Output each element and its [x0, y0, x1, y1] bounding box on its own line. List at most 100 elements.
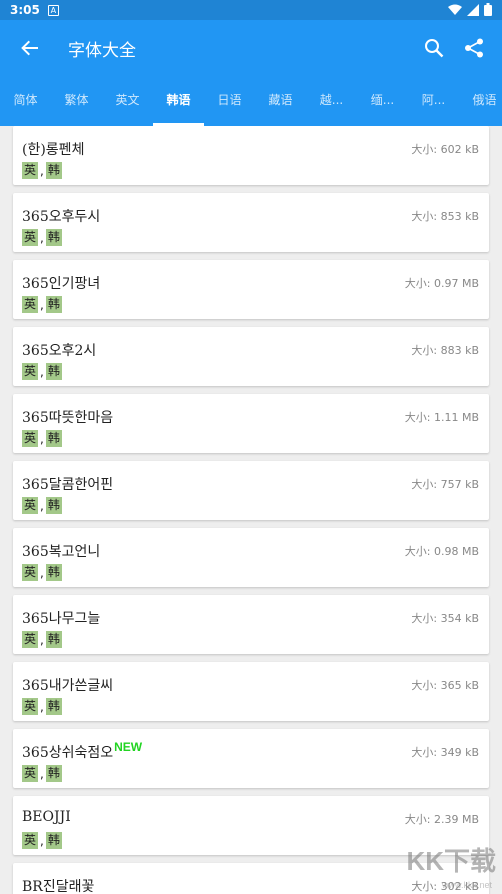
tab-item[interactable]: 阿...	[408, 76, 459, 126]
status-time: 3:05	[10, 3, 40, 17]
wifi-icon	[448, 4, 462, 15]
share-button[interactable]	[454, 20, 494, 76]
font-name-text: 365상쉬숙점오	[22, 745, 114, 761]
tab-item[interactable]: 日语	[204, 76, 255, 126]
font-name: 365복고언니	[22, 541, 100, 561]
watermark-url: www.kkx.net	[441, 880, 492, 890]
language-tag: 韩	[45, 363, 62, 380]
font-size-label: 大小: 365 kB	[411, 679, 479, 692]
font-card[interactable]: 365따뜻한마음 大小: 1.11 MB 英, 韩	[13, 394, 489, 453]
tag-separator: ,	[40, 297, 44, 312]
language-tag: 英	[22, 832, 39, 849]
battery-icon	[484, 3, 492, 16]
language-tags: 英,韩	[22, 296, 62, 313]
font-size-label: 大小: 0.97 MB	[404, 277, 479, 290]
language-tag: 韩	[45, 229, 62, 246]
font-name-text: 365오후두시	[22, 209, 101, 225]
font-size-label: 大小: 853 kB	[411, 210, 479, 223]
language-tag: 英	[22, 698, 39, 715]
font-name: BEOJJI	[22, 809, 71, 825]
font-card[interactable]: 365나무그늘 大小: 354 kB 英, 韩	[13, 595, 489, 654]
tag-separator: ,	[40, 632, 44, 647]
tab-item[interactable]: 越...	[306, 76, 357, 126]
tab-item[interactable]: 简体	[0, 76, 51, 126]
language-tag: 英	[22, 765, 39, 782]
font-size-label: 大小: 1.11 MB	[404, 411, 479, 424]
language-tags: 英,韩	[22, 564, 62, 581]
tab-item[interactable]: 藏语	[255, 76, 306, 126]
font-name: 365오후2시	[22, 340, 96, 360]
language-tag: 韩	[45, 765, 62, 782]
language-tags: 英,韩	[22, 363, 62, 380]
font-name: 365인기팡녀	[22, 273, 100, 293]
font-name: (한)롱펜체	[22, 139, 84, 159]
tag-separator: ,	[40, 431, 44, 446]
font-size-label: 大小: 354 kB	[411, 612, 479, 625]
back-button[interactable]	[2, 20, 58, 76]
language-tag: 韩	[45, 497, 62, 514]
signal-icon	[467, 3, 479, 16]
tab-item[interactable]: 英文	[102, 76, 153, 126]
font-size-label: 大小: 883 kB	[411, 344, 479, 357]
tag-separator: ,	[40, 364, 44, 379]
font-card[interactable]: 365오후2시 大小: 883 kB 英, 韩	[13, 327, 489, 386]
language-tag: 英	[22, 229, 39, 246]
tag-separator: ,	[40, 699, 44, 714]
font-name-text: 365따뜻한마음	[22, 410, 114, 426]
language-tags: 英,韩	[22, 229, 62, 246]
font-card[interactable]: 365내가쓴글씨 大小: 365 kB 英, 韩	[13, 662, 489, 721]
language-tag: 韩	[45, 296, 62, 313]
search-button[interactable]	[414, 20, 454, 76]
font-name-text: (한)롱펜체	[22, 142, 85, 158]
font-card[interactable]: 365복고언니 大小: 0.98 MB 英, 韩	[13, 528, 489, 587]
notification-icon: A	[47, 4, 59, 16]
font-card[interactable]: 365상쉬숙점오NEW 大小: 349 kB 英, 韩	[13, 729, 489, 788]
tab-bar: 简体 繁体 英文 韩语 日语 藏语 越... 缅... 阿... 俄语	[0, 76, 502, 126]
language-tag: 英	[22, 430, 39, 447]
language-tag: 韩	[45, 430, 62, 447]
font-name-text: 365인기팡녀	[22, 276, 101, 292]
font-name: 365오후두시	[22, 206, 100, 226]
font-name-text: BR진달래꽃	[22, 879, 95, 894]
page-title: 字体大全	[68, 40, 136, 61]
language-tags: 英,韩	[22, 430, 62, 447]
font-name-text: 365오후2시	[22, 343, 97, 359]
font-name: 365나무그늘	[22, 608, 100, 628]
tag-separator: ,	[40, 230, 44, 245]
language-tag: 英	[22, 296, 39, 313]
new-badge: NEW	[114, 740, 143, 754]
font-name-text: 365복고언니	[22, 544, 101, 560]
font-name-text: 365달콤한어핀	[22, 477, 114, 493]
font-card[interactable]: 365달콤한어핀 大小: 757 kB 英, 韩	[13, 461, 489, 520]
font-name-text: BEOJJI	[22, 809, 71, 825]
language-tag: 英	[22, 162, 39, 179]
tab-item[interactable]: 缅...	[357, 76, 408, 126]
language-tag: 韩	[45, 564, 62, 581]
tag-separator: ,	[40, 565, 44, 580]
font-card[interactable]: (한)롱펜체 大小: 602 kB 英, 韩	[13, 126, 489, 185]
app-actions	[414, 20, 494, 76]
language-tags: 英,韩	[22, 832, 62, 849]
language-tag: 英	[22, 631, 39, 648]
app-bar: 字体大全	[0, 20, 502, 76]
tab-item[interactable]: 韩语	[153, 76, 204, 126]
font-size-label: 大小: 602 kB	[411, 143, 479, 156]
arrow-back-icon	[21, 40, 38, 56]
font-card[interactable]: 365오후두시 大小: 853 kB 英, 韩	[13, 193, 489, 252]
language-tag: 英	[22, 564, 39, 581]
font-size-label: 大小: 757 kB	[411, 478, 479, 491]
language-tag: 英	[22, 363, 39, 380]
status-icons	[448, 3, 492, 16]
font-size-label: 大小: 2.39 MB	[404, 813, 479, 826]
status-bar: 3:05 A	[0, 0, 502, 20]
language-tag: 韩	[45, 832, 62, 849]
tab-item[interactable]: 俄语	[459, 76, 502, 126]
share-icon	[465, 38, 483, 58]
language-tags: 英,韩	[22, 765, 62, 782]
tag-separator: ,	[40, 498, 44, 513]
font-list[interactable]: (한)롱펜체 大小: 602 kB 英, 韩 365오후두시 大小: 853 kB 英, 韩 3…	[0, 126, 502, 894]
tab-item[interactable]: 繁体	[51, 76, 102, 126]
font-card[interactable]: 365인기팡녀 大小: 0.97 MB 英, 韩	[13, 260, 489, 319]
language-tags: 英,韩	[22, 698, 62, 715]
language-tags: 英,韩	[22, 162, 62, 179]
